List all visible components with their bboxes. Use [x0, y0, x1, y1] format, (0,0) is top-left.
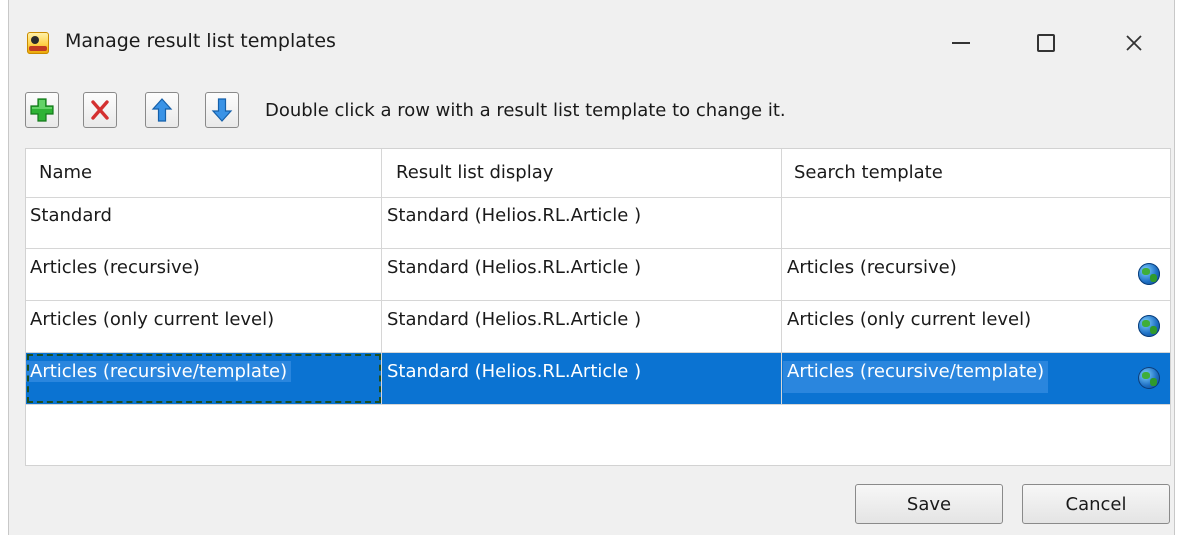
globe-icon: [1138, 315, 1160, 337]
red-x-icon: [91, 100, 109, 120]
cell-search-template: Articles (recursive/template): [782, 353, 1172, 404]
name-text: Articles (recursive/template): [26, 361, 292, 382]
cell-result-list-display: Standard (Helios.RL.Article ): [382, 249, 782, 300]
table-row[interactable]: Articles (only current level) Standard (…: [26, 301, 1170, 353]
cell-result-list-display: Standard (Helios.RL.Article ): [382, 353, 782, 404]
cell-result-list-display: Standard (Helios.RL.Article ): [382, 301, 782, 352]
cell-search-template: Articles (recursive): [782, 249, 1172, 300]
search-template-text: Articles (only current level): [787, 309, 1032, 330]
title-bar[interactable]: Manage result list templates: [9, 0, 1174, 86]
grid-header: Name Result list display Search template: [26, 149, 1170, 198]
add-template-button[interactable]: [25, 92, 59, 128]
table-row[interactable]: Articles (recursive) Standard (Helios.RL…: [26, 249, 1170, 301]
close-icon: [1126, 35, 1142, 51]
table-row-selected[interactable]: Articles (recursive/template) Standard (…: [26, 353, 1170, 405]
cell-name: Standard: [26, 197, 382, 248]
cancel-button[interactable]: Cancel: [1022, 484, 1170, 524]
toolbar: Double click a row with a result list te…: [9, 86, 1174, 142]
search-template-text: Articles (recursive/template): [783, 361, 1049, 393]
templates-grid: Name Result list display Search template…: [25, 148, 1171, 466]
cell-name: Articles (recursive): [26, 249, 382, 300]
minimize-icon: [952, 42, 970, 44]
globe-icon: [1138, 263, 1160, 285]
cell-name: Articles (recursive/template): [26, 353, 382, 404]
cell-search-template: [782, 197, 1172, 248]
column-header-name[interactable]: Name: [26, 149, 382, 197]
arrow-down-icon: [211, 98, 233, 122]
app-icon: [27, 32, 49, 54]
move-up-button[interactable]: [145, 92, 179, 128]
dialog-window: Manage result list templates Double clic…: [8, 0, 1175, 535]
maximize-icon: [1037, 34, 1055, 52]
arrow-up-icon: [151, 98, 173, 122]
instruction-text: Double click a row with a result list te…: [265, 100, 786, 121]
window-title: Manage result list templates: [65, 30, 336, 52]
save-button[interactable]: Save: [855, 484, 1003, 524]
column-header-result-list-display[interactable]: Result list display: [382, 149, 782, 197]
close-button[interactable]: [1097, 18, 1171, 68]
green-plus-icon: [30, 98, 54, 122]
cell-result-list-display: Standard (Helios.RL.Article ): [382, 197, 782, 248]
cell-search-template: Articles (only current level): [782, 301, 1172, 352]
table-row[interactable]: Standard Standard (Helios.RL.Article ): [26, 197, 1170, 249]
maximize-button[interactable]: [1009, 18, 1083, 68]
delete-template-button[interactable]: [83, 92, 117, 128]
search-template-text: Articles (recursive): [787, 257, 957, 278]
cell-name: Articles (only current level): [26, 301, 382, 352]
move-down-button[interactable]: [205, 92, 239, 128]
minimize-button[interactable]: [924, 18, 998, 68]
column-header-search-template[interactable]: Search template: [782, 149, 1172, 197]
globe-icon: [1138, 367, 1160, 389]
